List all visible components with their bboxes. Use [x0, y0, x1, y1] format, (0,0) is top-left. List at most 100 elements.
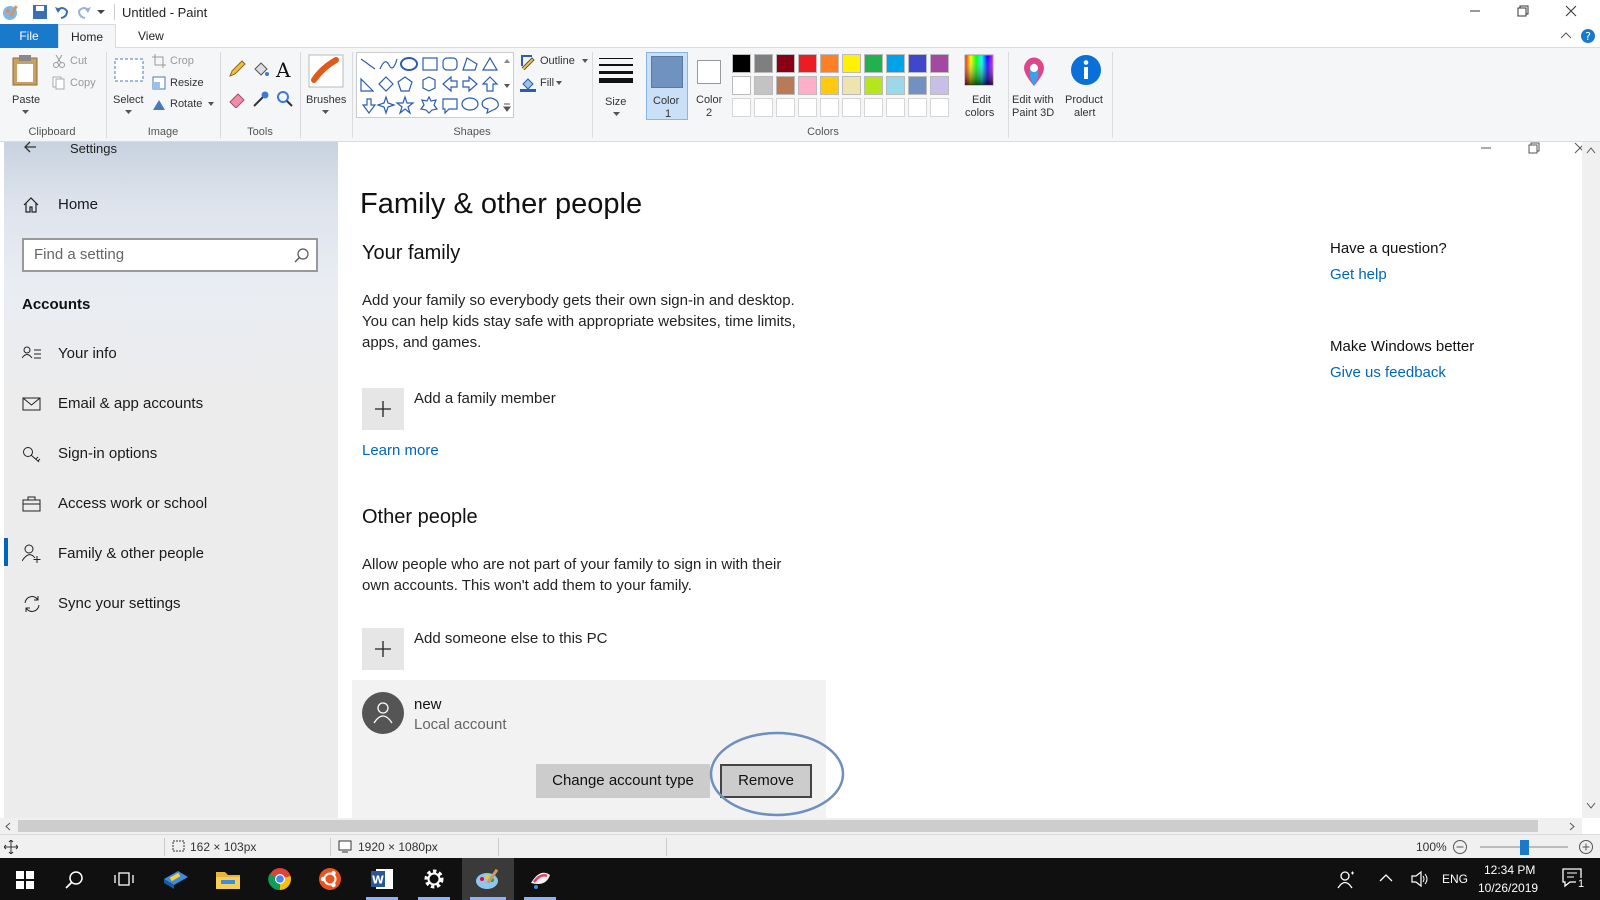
palette-color-swatch[interactable] — [820, 54, 839, 73]
text-tool-icon[interactable]: A — [276, 58, 290, 82]
nav-home[interactable]: Home — [22, 194, 322, 220]
color2-button[interactable]: Color 2 — [688, 52, 730, 120]
fill-button[interactable]: Fill — [520, 76, 580, 92]
color1-button[interactable]: Color 1 — [646, 52, 688, 120]
horizontal-scrollbar[interactable] — [0, 818, 1582, 834]
nav-access-work-school[interactable]: Access work or school — [22, 492, 322, 520]
palette-custom-slot[interactable] — [820, 98, 839, 117]
palette-color-swatch[interactable] — [886, 76, 905, 95]
edit-colors-button[interactable]: Edit colors — [960, 52, 1000, 120]
palette-color-swatch[interactable] — [820, 76, 839, 95]
learn-more-link[interactable]: Learn more — [362, 442, 439, 459]
magnifier-icon[interactable] — [276, 90, 294, 108]
people-icon[interactable] — [1336, 870, 1356, 890]
add-family-member-button[interactable]: Add a family member — [362, 388, 622, 430]
palette-custom-slot[interactable] — [842, 98, 861, 117]
brushes-button[interactable]: Brushes — [304, 52, 348, 118]
get-help-link[interactable]: Get help — [1330, 266, 1387, 283]
palette-color-swatch[interactable] — [754, 76, 773, 95]
pencil-icon[interactable] — [228, 60, 246, 78]
palette-color-swatch[interactable] — [798, 76, 817, 95]
zoom-slider-thumb[interactable] — [1520, 840, 1529, 855]
taskbar-app-desktop[interactable] — [152, 858, 200, 900]
give-feedback-link[interactable]: Give us feedback — [1330, 364, 1446, 381]
palette-custom-slot[interactable] — [908, 98, 927, 117]
settings-minimize-icon[interactable] — [1480, 144, 1492, 152]
taskbar-search-button[interactable] — [50, 858, 98, 900]
nav-family-other-people[interactable]: Family & other people — [22, 542, 322, 570]
taskbar-app-paint[interactable] — [462, 858, 514, 900]
resize-button[interactable]: Resize — [152, 76, 212, 92]
nav-sync-settings[interactable]: Sync your settings — [22, 592, 322, 620]
shapes-gallery[interactable] — [356, 52, 514, 118]
palette-color-swatch[interactable] — [776, 76, 795, 95]
palette-color-swatch[interactable] — [864, 76, 883, 95]
add-someone-else-button[interactable]: Add someone else to this PC — [362, 628, 662, 670]
edit-with-paint3d-button[interactable]: Edit with Paint 3D — [1010, 52, 1058, 120]
action-center-button[interactable]: 1 — [1556, 864, 1592, 894]
find-setting-search[interactable]: Find a setting — [22, 238, 318, 272]
palette-color-swatch[interactable] — [886, 54, 905, 73]
eraser-icon[interactable] — [228, 90, 246, 108]
volume-icon[interactable] — [1410, 870, 1430, 888]
palette-color-swatch[interactable] — [732, 54, 751, 73]
nav-your-info[interactable]: Your info — [22, 342, 322, 370]
palette-custom-slot[interactable] — [930, 98, 949, 117]
palette-color-swatch[interactable] — [798, 54, 817, 73]
customize-quick-access-icon[interactable] — [97, 8, 105, 16]
taskbar-app-chrome[interactable] — [256, 858, 304, 900]
paste-button[interactable]: Paste — [6, 52, 46, 118]
taskbar-app-snip[interactable] — [516, 858, 564, 900]
start-button[interactable] — [0, 858, 48, 900]
palette-color-swatch[interactable] — [732, 76, 751, 95]
scrollbar-thumb[interactable] — [18, 820, 1538, 832]
product-alert-button[interactable]: Product alert — [1062, 52, 1110, 120]
taskbar-app-ubuntu[interactable] — [306, 858, 354, 900]
minimize-button[interactable] — [1452, 0, 1498, 24]
taskbar-app-settings[interactable] — [410, 858, 458, 900]
task-view-button[interactable] — [100, 858, 148, 900]
tab-view[interactable]: View — [124, 24, 178, 48]
zoom-out-icon[interactable] — [1452, 839, 1468, 855]
palette-color-swatch[interactable] — [930, 54, 949, 73]
restore-button[interactable] — [1500, 0, 1546, 24]
rotate-button[interactable]: Rotate — [152, 97, 214, 113]
taskbar-app-file-explorer[interactable] — [204, 858, 252, 900]
palette-custom-slot[interactable] — [732, 98, 751, 117]
palette-color-swatch[interactable] — [908, 76, 927, 95]
nav-email-app-accounts[interactable]: Email & app accounts — [22, 392, 322, 420]
change-account-type-button[interactable]: Change account type — [536, 764, 710, 798]
palette-custom-slot[interactable] — [864, 98, 883, 117]
close-button[interactable] — [1548, 0, 1594, 24]
color-picker-icon[interactable] — [252, 90, 270, 108]
redo-icon[interactable] — [76, 4, 92, 20]
palette-custom-slot[interactable] — [754, 98, 773, 117]
palette-color-swatch[interactable] — [842, 54, 861, 73]
tab-file[interactable]: File — [0, 24, 58, 48]
paint-vertical-scrollbar[interactable] — [1582, 142, 1600, 818]
palette-custom-slot[interactable] — [798, 98, 817, 117]
palette-color-swatch[interactable] — [864, 54, 883, 73]
size-button[interactable]: Size — [596, 52, 636, 118]
crop-button[interactable]: Crop — [152, 54, 212, 70]
show-hidden-icons-icon[interactable] — [1378, 872, 1394, 884]
palette-custom-slot[interactable] — [776, 98, 795, 117]
zoom-in-icon[interactable] — [1578, 839, 1594, 855]
copy-button[interactable]: Copy — [52, 76, 104, 92]
clock[interactable]: 12:34 PM 10/26/2019 — [1478, 861, 1550, 897]
input-language[interactable]: ENG — [1442, 872, 1468, 886]
tab-home[interactable]: Home — [58, 24, 116, 49]
nav-sign-in-options[interactable]: Sign-in options — [22, 442, 322, 470]
select-button[interactable]: Select — [110, 52, 148, 118]
palette-color-swatch[interactable] — [842, 76, 861, 95]
taskbar-app-word[interactable]: W — [358, 858, 406, 900]
palette-color-swatch[interactable] — [908, 54, 927, 73]
save-icon[interactable] — [32, 4, 48, 20]
settings-restore-icon[interactable] — [1528, 142, 1540, 154]
help-icon[interactable]: ? — [1580, 28, 1596, 44]
undo-icon[interactable] — [54, 4, 70, 20]
back-arrow-icon[interactable] — [22, 140, 38, 154]
collapse-ribbon-icon[interactable] — [1560, 30, 1572, 42]
palette-color-swatch[interactable] — [930, 76, 949, 95]
shapes-scroll-icon[interactable] — [503, 57, 511, 113]
